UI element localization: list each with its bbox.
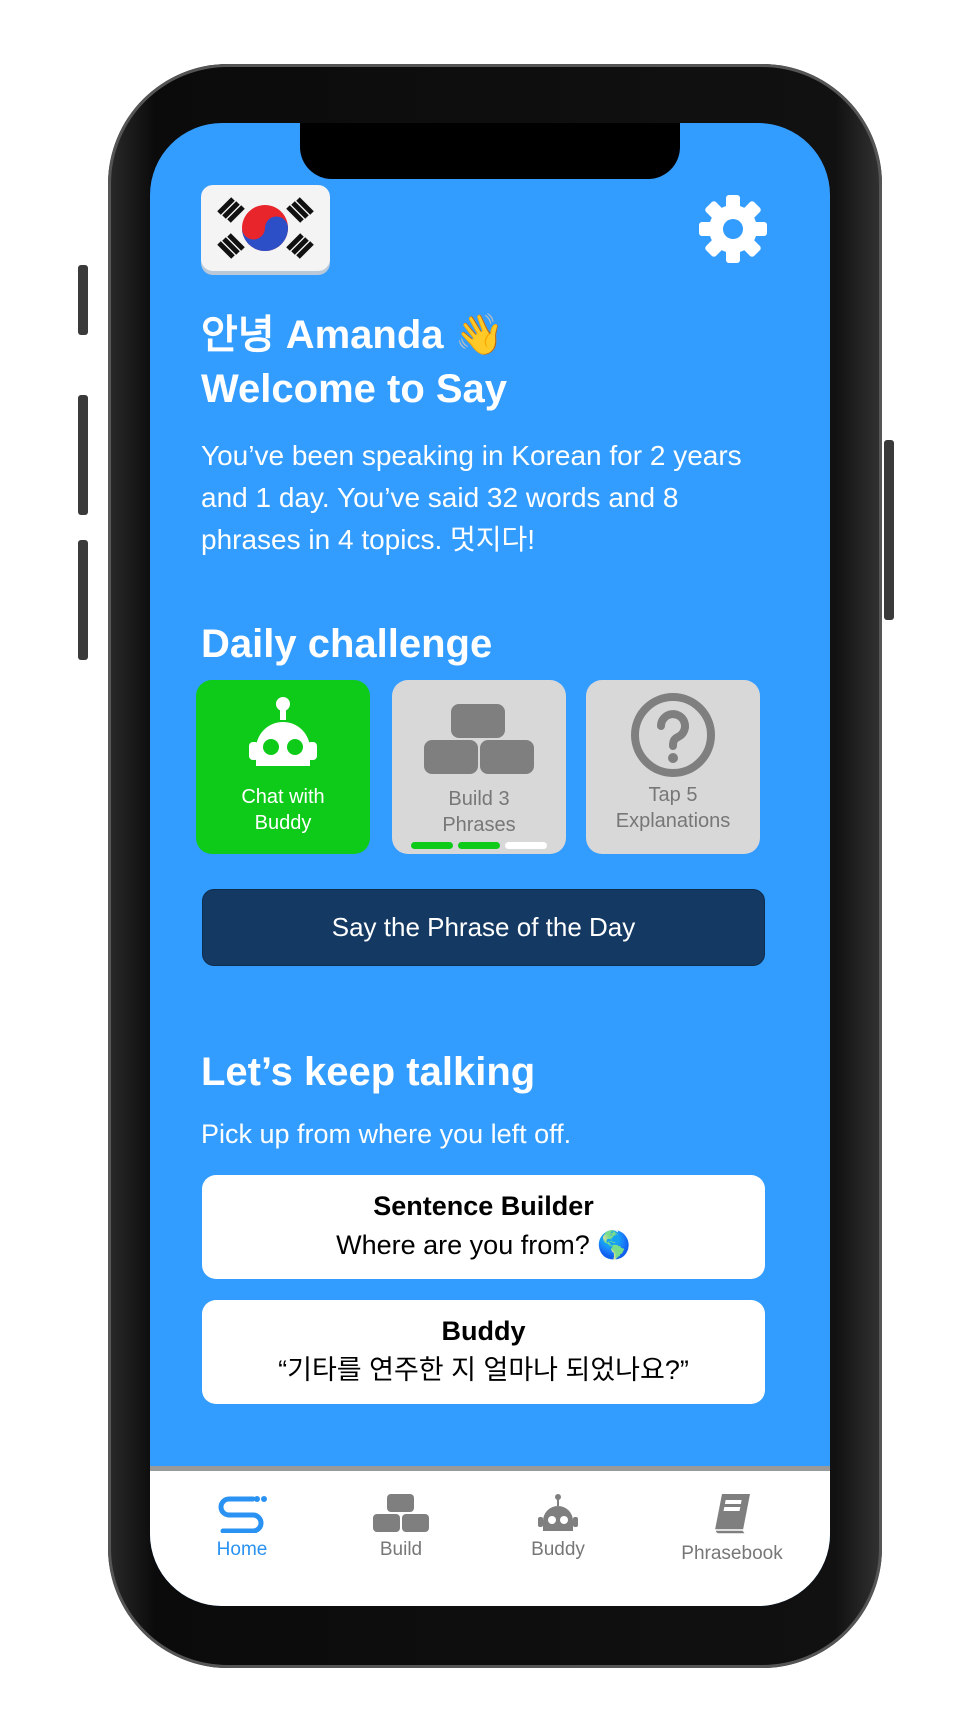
home-logo-icon [218, 1496, 267, 1533]
phrase-of-day-button[interactable]: Say the Phrase of the Day [202, 889, 765, 966]
daily-challenge-heading: Daily challenge [201, 622, 493, 666]
volume-down-button [78, 540, 88, 660]
tile-label: Buddy [254, 812, 312, 834]
robot-icon [249, 697, 317, 766]
tile-label: Chat with [241, 786, 325, 808]
robot-icon [538, 1494, 578, 1531]
nav-label: Buddy [531, 1539, 585, 1560]
nav-label: Home [216, 1539, 268, 1560]
nav-label: Phrasebook [681, 1543, 783, 1564]
app-screen: 안녕 Amanda 👋 Welcome to Say You’ve been s… [150, 123, 830, 1606]
keep-talking-heading: Let’s keep talking [201, 1050, 536, 1094]
challenge-tile-chat-buddy[interactable]: Chat with Buddy [196, 680, 370, 854]
tile-label: Build 3 [448, 788, 510, 810]
settings-gear-icon[interactable] [697, 193, 769, 265]
volume-up-button [78, 395, 88, 515]
welcome-heading: Welcome to Say [201, 367, 508, 411]
challenge-tile-build-phrases[interactable]: Build 3 Phrases [392, 680, 566, 854]
bricks-icon [424, 704, 534, 774]
nav-phrasebook[interactable]: Phrasebook [657, 1493, 807, 1565]
progress-segment-empty [505, 842, 547, 849]
mute-switch [78, 265, 88, 335]
bricks-icon [373, 1494, 429, 1532]
question-circle-icon [631, 693, 715, 777]
tile-label: Phrases [442, 814, 516, 836]
keep-talking-subtitle: Pick up from where you left off. [201, 1119, 572, 1149]
card-title: Sentence Builder [373, 1191, 594, 1221]
challenge-progress-bar [411, 842, 547, 849]
greeting-heading: 안녕 Amanda 👋 [201, 313, 505, 357]
notch [300, 123, 680, 179]
nav-buddy[interactable]: Buddy [483, 1493, 633, 1561]
book-icon [714, 1494, 750, 1535]
progress-segment-done [411, 842, 453, 849]
card-title: Buddy [441, 1316, 526, 1346]
nav-home[interactable]: Home [167, 1493, 317, 1561]
nav-build[interactable]: Build [326, 1493, 476, 1561]
bottom-nav: Home Build Buddy Phrasebook [150, 1466, 830, 1606]
power-button [884, 440, 894, 620]
tile-label: Tap 5 [648, 784, 698, 806]
card-subtitle: “기타를 연주한 지 얼마나 되었나요?” [278, 1355, 689, 1385]
progress-segment-done [458, 842, 500, 849]
resume-card-sentence-builder[interactable]: Sentence Builder Where are you from? 🌎 [202, 1175, 765, 1279]
resume-card-buddy[interactable]: Buddy “기타를 연주한 지 얼마나 되었나요?” [202, 1300, 765, 1404]
summary-text: You’ve been speaking in Korean for 2 yea… [201, 440, 742, 555]
nav-label: Build [379, 1539, 423, 1560]
card-subtitle: Where are you from? 🌎 [336, 1230, 631, 1260]
korean-flag-icon[interactable] [201, 185, 330, 271]
challenge-tile-tap-explanations[interactable]: Tap 5 Explanations [586, 680, 760, 854]
tile-label: Explanations [615, 810, 731, 832]
